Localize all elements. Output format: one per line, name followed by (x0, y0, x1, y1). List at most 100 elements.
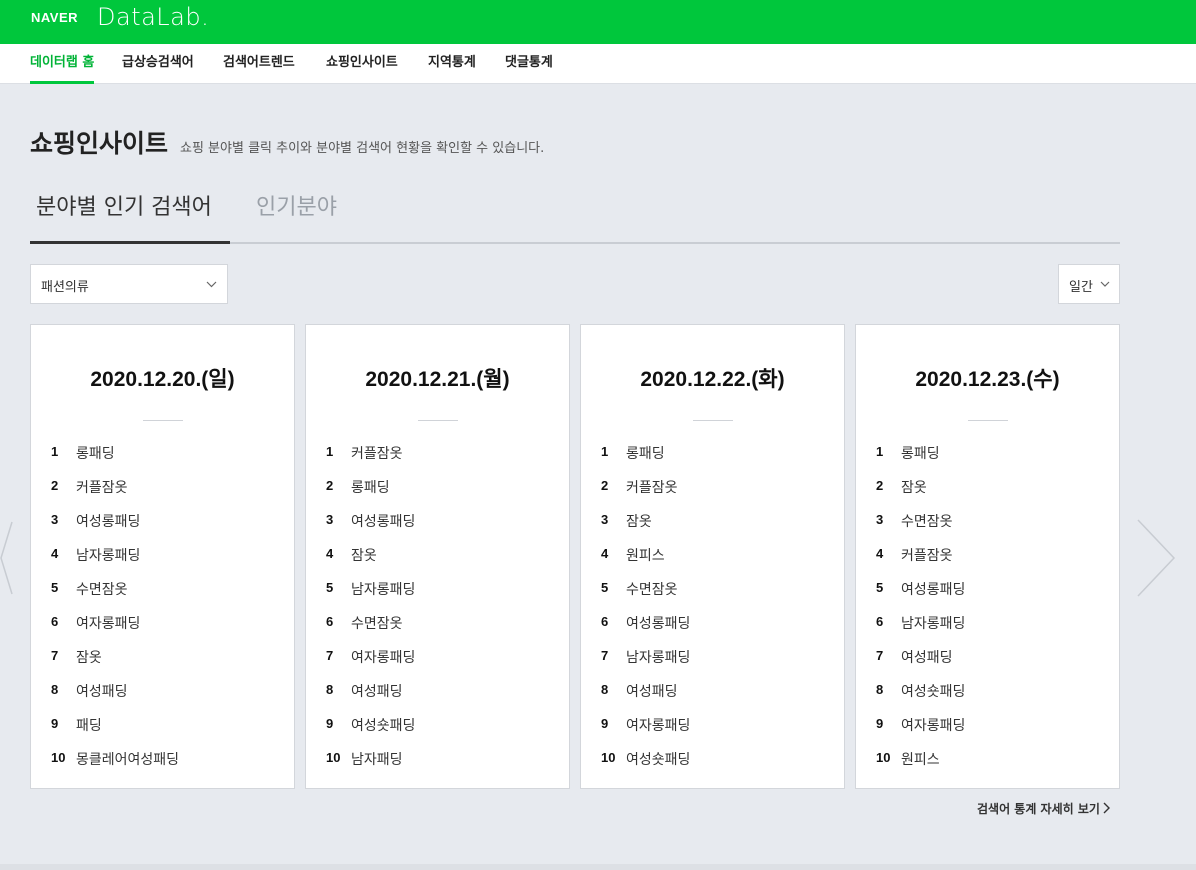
rank-term[interactable]: 여자롱패딩 (76, 613, 140, 633)
rank-term[interactable]: 롱패딩 (76, 443, 115, 463)
rank-term[interactable]: 잠옷 (626, 511, 652, 531)
rank-item[interactable]: 10 남자패딩 (326, 742, 556, 776)
rank-term[interactable]: 커플잠옷 (351, 443, 403, 463)
rank-term[interactable]: 몽클레어여성패딩 (76, 749, 179, 769)
category-select[interactable]: 패션의류 (30, 264, 228, 304)
rank-term[interactable]: 남자롱패딩 (351, 579, 415, 599)
rank-item[interactable]: 10 원피스 (876, 742, 1106, 776)
rank-term[interactable]: 여성패딩 (76, 681, 128, 701)
rank-item[interactable]: 2 롱패딩 (326, 470, 556, 504)
rank-number: 3 (876, 512, 884, 527)
top-bar: NAVER DataLab. (0, 0, 1196, 44)
rank-item[interactable]: 7 잠옷 (51, 640, 281, 674)
rank-item[interactable]: 5 여성롱패딩 (876, 572, 1106, 606)
rank-term[interactable]: 여성롱패딩 (76, 511, 140, 531)
rank-item[interactable]: 4 남자롱패딩 (51, 538, 281, 572)
tab-popular-keywords-by-category[interactable]: 분야별 인기 검색어 (30, 186, 230, 244)
rank-item[interactable]: 1 롱패딩 (601, 436, 831, 470)
rank-item[interactable]: 2 커플잠옷 (601, 470, 831, 504)
rank-item[interactable]: 1 롱패딩 (876, 436, 1106, 470)
rank-item[interactable]: 10 몽클레어여성패딩 (51, 742, 281, 776)
rank-item[interactable]: 7 여성패딩 (876, 640, 1106, 674)
rank-term[interactable]: 여자롱패딩 (351, 647, 415, 667)
rank-term[interactable]: 롱패딩 (351, 477, 390, 497)
rank-item[interactable]: 6 여자롱패딩 (51, 606, 281, 640)
rank-term[interactable]: 패딩 (76, 715, 102, 735)
rank-item[interactable]: 3 여성롱패딩 (51, 504, 281, 538)
rank-number: 2 (601, 478, 609, 493)
rank-term[interactable]: 원피스 (626, 545, 665, 565)
rank-term[interactable]: 남자패딩 (351, 749, 403, 769)
search-stats-detail-link[interactable]: 검색어 통계 자세히 보기 (977, 800, 1110, 817)
nav-item-comment-stats[interactable]: 댓글통계 (505, 44, 553, 84)
rank-term[interactable]: 수면잠옷 (626, 579, 678, 599)
rank-term[interactable]: 여성숏패딩 (351, 715, 415, 735)
rank-item[interactable]: 4 원피스 (601, 538, 831, 572)
rank-item[interactable]: 5 수면잠옷 (51, 572, 281, 606)
rank-term[interactable]: 여자롱패딩 (901, 715, 965, 735)
nav-item-shopping-insight[interactable]: 쇼핑인사이트 (326, 44, 398, 84)
rank-term[interactable]: 여성롱패딩 (626, 613, 690, 633)
rank-term[interactable]: 잠옷 (901, 477, 927, 497)
nav-item-region-stats[interactable]: 지역통계 (428, 44, 476, 84)
rank-term[interactable]: 수면잠옷 (76, 579, 128, 599)
rank-item[interactable]: 1 커플잠옷 (326, 436, 556, 470)
rank-item[interactable]: 9 패딩 (51, 708, 281, 742)
rank-item[interactable]: 9 여자롱패딩 (601, 708, 831, 742)
rank-item[interactable]: 3 수면잠옷 (876, 504, 1106, 538)
rank-item[interactable]: 2 커플잠옷 (51, 470, 281, 504)
rank-term[interactable]: 여성롱패딩 (901, 579, 965, 599)
rank-item[interactable]: 4 잠옷 (326, 538, 556, 572)
chevron-down-icon (206, 275, 217, 297)
rank-item[interactable]: 2 잠옷 (876, 470, 1106, 504)
rank-number: 4 (51, 546, 59, 561)
carousel-prev-button[interactable] (0, 520, 14, 600)
rank-item[interactable]: 6 여성롱패딩 (601, 606, 831, 640)
nav-item-datalab-home[interactable]: 데이터랩 홈 (30, 44, 95, 84)
rank-term[interactable]: 커플잠옷 (626, 477, 678, 497)
rank-term[interactable]: 여자롱패딩 (626, 715, 690, 735)
rank-term[interactable]: 수면잠옷 (901, 511, 953, 531)
datalab-logo[interactable]: DataLab. (97, 3, 209, 31)
rank-item[interactable]: 3 여성롱패딩 (326, 504, 556, 538)
rank-item[interactable]: 8 여성패딩 (326, 674, 556, 708)
rank-term[interactable]: 남자롱패딩 (901, 613, 965, 633)
rank-term[interactable]: 원피스 (901, 749, 940, 769)
rank-item[interactable]: 3 잠옷 (601, 504, 831, 538)
rank-term[interactable]: 잠옷 (76, 647, 102, 667)
rank-item[interactable]: 10 여성숏패딩 (601, 742, 831, 776)
rank-item[interactable]: 7 여자롱패딩 (326, 640, 556, 674)
tab-popular-categories[interactable]: 인기분야 (256, 186, 337, 244)
rank-item[interactable]: 5 남자롱패딩 (326, 572, 556, 606)
rank-term[interactable]: 여성롱패딩 (351, 511, 415, 531)
rank-term[interactable]: 수면잠옷 (351, 613, 403, 633)
rank-term[interactable]: 여성패딩 (351, 681, 403, 701)
rank-term[interactable]: 잠옷 (351, 545, 377, 565)
rank-item[interactable]: 7 남자롱패딩 (601, 640, 831, 674)
rank-item[interactable]: 4 커플잠옷 (876, 538, 1106, 572)
nav-item-rising-keywords[interactable]: 급상승검색어 (122, 44, 194, 84)
rank-item[interactable]: 8 여성패딩 (601, 674, 831, 708)
naver-logo[interactable]: NAVER (31, 10, 78, 25)
rank-term[interactable]: 커플잠옷 (76, 477, 128, 497)
rank-term[interactable]: 남자롱패딩 (76, 545, 140, 565)
rank-item[interactable]: 5 수면잠옷 (601, 572, 831, 606)
rank-term[interactable]: 여성숏패딩 (626, 749, 690, 769)
rank-term[interactable]: 남자롱패딩 (626, 647, 690, 667)
period-select[interactable]: 일간 (1058, 264, 1120, 304)
rank-term[interactable]: 여성패딩 (626, 681, 678, 701)
rank-term[interactable]: 여성패딩 (901, 647, 953, 667)
rank-item[interactable]: 1 롱패딩 (51, 436, 281, 470)
nav-item-search-trend[interactable]: 검색어트렌드 (223, 44, 295, 84)
rank-item[interactable]: 8 여성패딩 (51, 674, 281, 708)
rank-term[interactable]: 여성숏패딩 (901, 681, 965, 701)
rank-item[interactable]: 9 여자롱패딩 (876, 708, 1106, 742)
rank-term[interactable]: 롱패딩 (626, 443, 665, 463)
rank-item[interactable]: 6 수면잠옷 (326, 606, 556, 640)
rank-item[interactable]: 9 여성숏패딩 (326, 708, 556, 742)
rank-term[interactable]: 커플잠옷 (901, 545, 953, 565)
rank-term[interactable]: 롱패딩 (901, 443, 940, 463)
rank-item[interactable]: 8 여성숏패딩 (876, 674, 1106, 708)
rank-item[interactable]: 6 남자롱패딩 (876, 606, 1106, 640)
carousel-next-button[interactable] (1136, 518, 1176, 602)
